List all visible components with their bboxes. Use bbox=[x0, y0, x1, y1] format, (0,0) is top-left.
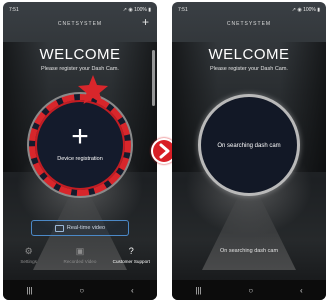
recents-button[interactable]: ||| bbox=[195, 286, 201, 295]
star-icon bbox=[78, 75, 108, 104]
status-bar: 7:51 ↗ ◉ 100% ▮ bbox=[9, 5, 151, 14]
phone-screen-before: 7:51 ↗ ◉ 100% ▮ CNETSYSTEM + WELCOME Ple… bbox=[3, 2, 157, 300]
status-time: 7:51 bbox=[9, 6, 19, 13]
device-registration-label: Device registration bbox=[57, 156, 103, 162]
tab-label: Customer Support bbox=[112, 259, 150, 264]
welcome-subtitle: Please register your Dash Cam. bbox=[41, 66, 119, 72]
tab-label: Settings bbox=[20, 259, 37, 264]
status-icons: ↗ ◉ 100% ▮ bbox=[291, 6, 320, 13]
system-nav-bar: ||| ○ ‹ bbox=[172, 280, 326, 300]
status-bar: 7:51 ↗ ◉ 100% ▮ bbox=[178, 5, 320, 14]
question-icon: ? bbox=[128, 246, 134, 256]
back-button[interactable]: ‹ bbox=[131, 286, 134, 295]
plus-icon: + bbox=[71, 120, 89, 153]
status-icons: ↗ ◉ 100% ▮ bbox=[122, 6, 151, 13]
video-icon bbox=[54, 224, 64, 232]
back-button[interactable]: ‹ bbox=[300, 286, 303, 295]
device-registration-button[interactable]: + Device registration bbox=[29, 94, 131, 196]
road-background bbox=[202, 190, 296, 270]
tab-recorded-video[interactable]: ▣ Recorded Video bbox=[61, 246, 99, 264]
home-button[interactable]: ○ bbox=[248, 286, 253, 295]
bottom-tab-bar: ⚙ Settings ▣ Recorded Video ? Customer S… bbox=[3, 246, 157, 276]
app-name: CNETSYSTEM bbox=[226, 21, 272, 27]
realtime-video-button[interactable]: Real-time video bbox=[31, 220, 129, 236]
recents-button[interactable]: ||| bbox=[26, 286, 32, 295]
search-status-text: On searching dash cam bbox=[219, 248, 279, 254]
system-nav-bar: ||| ○ ‹ bbox=[3, 280, 157, 300]
tab-label: Recorded Video bbox=[63, 259, 97, 264]
home-button[interactable]: ○ bbox=[79, 286, 84, 295]
video-folder-icon: ▣ bbox=[75, 246, 85, 256]
gear-icon: ⚙ bbox=[24, 246, 33, 256]
searching-label: On searching dash cam bbox=[217, 143, 281, 149]
add-icon[interactable]: + bbox=[142, 16, 149, 28]
status-time: 7:51 bbox=[178, 6, 188, 13]
realtime-video-label: Real-time video bbox=[66, 225, 106, 231]
app-name: CNETSYSTEM bbox=[57, 21, 103, 27]
scrollbar[interactable] bbox=[152, 50, 155, 106]
phone-screen-after: 7:51 ↗ ◉ 100% ▮ CNETSYSTEM WELCOME Pleas… bbox=[172, 2, 326, 300]
welcome-title: WELCOME bbox=[39, 46, 121, 63]
searching-circle: On searching dash cam bbox=[198, 94, 300, 196]
welcome-title: WELCOME bbox=[208, 46, 290, 63]
tab-customer-support[interactable]: ? Customer Support bbox=[112, 246, 150, 264]
welcome-subtitle: Please register your Dash Cam. bbox=[210, 66, 288, 72]
tab-settings[interactable]: ⚙ Settings bbox=[10, 246, 48, 264]
